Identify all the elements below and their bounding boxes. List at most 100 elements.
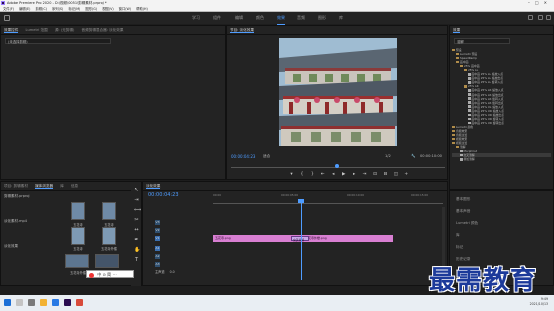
quick-export-icon[interactable] bbox=[528, 15, 533, 20]
tab-effect-controls[interactable]: 效果控件 bbox=[4, 28, 19, 33]
preset-icon bbox=[468, 101, 471, 104]
panel-libraries[interactable]: 库 bbox=[456, 233, 460, 238]
video-preview[interactable] bbox=[279, 38, 397, 146]
add-button-icon[interactable]: + bbox=[402, 171, 411, 178]
workspace-graphics[interactable]: 图形 bbox=[318, 12, 326, 24]
source-panel: 效果控件 Lumetri 范围 源: (无剪辑) 音频剪辑混合器: 淡化效果 (… bbox=[0, 25, 226, 180]
menu-file[interactable]: 文件(F) bbox=[3, 7, 14, 11]
type-tool-icon[interactable]: T bbox=[134, 258, 139, 263]
track-label: A3 bbox=[155, 261, 160, 267]
media-file[interactable]: 淡化素材.mp4 bbox=[4, 219, 29, 224]
track-a1[interactable]: A1 bbox=[155, 245, 210, 252]
menu-help[interactable]: 帮助(H) bbox=[136, 7, 148, 11]
search-taskbar-icon[interactable] bbox=[16, 299, 23, 306]
task-view-icon[interactable] bbox=[28, 299, 35, 306]
fit-dropdown[interactable]: 适合 bbox=[263, 154, 270, 159]
panel-essential-graphics[interactable]: 基本图形 bbox=[456, 197, 470, 202]
app-taskbar-icon[interactable] bbox=[76, 299, 83, 306]
play-icon[interactable]: ▶ bbox=[339, 171, 348, 178]
tab-libraries[interactable]: 库 bbox=[60, 184, 64, 188]
effects-search-input[interactable]: 溶解 bbox=[454, 38, 510, 44]
slip-tool-icon[interactable]: ↔ bbox=[134, 228, 139, 233]
mark-out-icon[interactable]: } bbox=[308, 171, 317, 178]
notifications-icon[interactable] bbox=[546, 15, 551, 20]
tab-effects[interactable]: 效果 bbox=[453, 28, 461, 33]
tab-source[interactable]: 源: (无剪辑) bbox=[55, 28, 75, 32]
menu-view[interactable]: 视图(V) bbox=[102, 7, 113, 11]
program-timecode[interactable]: 00:00:04:23 bbox=[231, 154, 255, 159]
menu-marker[interactable]: 标记(M) bbox=[68, 7, 80, 11]
workspace-learn[interactable]: 学习 bbox=[192, 12, 200, 24]
thumb-sequence[interactable] bbox=[95, 254, 119, 268]
tab-lumetri-scopes[interactable]: Lumetri 范围 bbox=[26, 28, 48, 32]
menu-graphics[interactable]: 图形(G) bbox=[85, 7, 97, 11]
go-to-in-icon[interactable]: ⇤ bbox=[318, 171, 327, 178]
menu-edit[interactable]: 编辑(E) bbox=[19, 7, 30, 11]
tab-info[interactable]: 信息 bbox=[71, 184, 78, 188]
tab-audio-clip-mixer[interactable]: 音频剪辑混合器: 淡化效果 bbox=[82, 28, 124, 32]
menu-clip[interactable]: 剪辑(C) bbox=[35, 7, 46, 11]
clip-1-label[interactable]: 五花寺.png bbox=[215, 236, 231, 240]
thumb-pagoda-3[interactable] bbox=[71, 227, 85, 245]
sequence-file[interactable]: 淡化效果 bbox=[4, 244, 29, 249]
premiere-taskbar-icon[interactable] bbox=[64, 299, 71, 306]
start-icon[interactable] bbox=[4, 299, 11, 306]
workspace-libraries[interactable]: 库 bbox=[339, 12, 343, 24]
track-a2[interactable]: A2 bbox=[155, 253, 210, 260]
track-a3[interactable]: A3 bbox=[155, 261, 210, 268]
timeline-timecode[interactable]: 00:00:04:23 bbox=[148, 192, 179, 198]
step-back-icon[interactable]: ◂ bbox=[329, 171, 338, 178]
menu-window[interactable]: 窗口(W) bbox=[119, 7, 131, 11]
track-v1[interactable]: V1 bbox=[155, 235, 210, 242]
mark-in-icon[interactable]: { bbox=[297, 171, 306, 178]
timeline-playhead[interactable] bbox=[301, 202, 302, 280]
tab-project[interactable]: 项目: 剪辑素材 bbox=[4, 184, 28, 188]
effects-item[interactable]: 叠加溶解 bbox=[452, 157, 551, 161]
time-ruler[interactable]: 00:00 00:00:05:00 00:00:10:00 00:00:15:0… bbox=[213, 192, 443, 204]
search-icon[interactable] bbox=[538, 15, 543, 20]
thumb-pagoda-1[interactable] bbox=[71, 202, 85, 220]
marker-icon[interactable]: ▾ bbox=[287, 171, 296, 178]
step-forward-icon[interactable]: ▸ bbox=[350, 171, 359, 178]
track-select-tool-icon[interactable]: ⇥ bbox=[134, 198, 139, 203]
export-frame-icon[interactable]: ◫ bbox=[391, 171, 400, 178]
workspace-editing[interactable]: 编辑 bbox=[235, 12, 243, 24]
ime-toolbar[interactable]: 中 ⊙ 简 ⋯ bbox=[86, 270, 134, 278]
master-value[interactable]: 0.0 bbox=[170, 270, 175, 274]
workspace-color[interactable]: 颜色 bbox=[256, 12, 264, 24]
menu-sequence[interactable]: 序列(S) bbox=[52, 7, 63, 11]
system-clock[interactable]: 9:49 2021/10/13 bbox=[530, 297, 548, 307]
thumb-pagoda-2[interactable] bbox=[102, 202, 116, 220]
workspace-assembly[interactable]: 组件 bbox=[213, 12, 221, 24]
track-v2[interactable]: V2 bbox=[155, 227, 210, 234]
browser-icon[interactable] bbox=[52, 299, 59, 306]
tab-media-browser[interactable]: 媒体浏览器 bbox=[35, 184, 54, 189]
track-master[interactable]: 主声道 0.0 bbox=[155, 269, 195, 276]
track-v3[interactable]: V3 bbox=[155, 219, 210, 226]
extract-icon[interactable]: ⊟ bbox=[381, 171, 390, 178]
program-playhead[interactable] bbox=[335, 164, 339, 168]
workspace-effects[interactable]: 效果 bbox=[277, 12, 285, 25]
home-icon[interactable] bbox=[4, 15, 10, 21]
lift-icon[interactable]: ⊡ bbox=[371, 171, 380, 178]
project-file[interactable]: 剪辑素材.prproj bbox=[4, 194, 29, 199]
workspace-audio[interactable]: 音频 bbox=[297, 12, 305, 24]
quality-dropdown[interactable]: 1/2 bbox=[385, 154, 391, 158]
panel-essential-sound[interactable]: 基本声音 bbox=[456, 209, 470, 214]
panel-markers[interactable]: 标记 bbox=[456, 245, 463, 250]
file-explorer-icon[interactable] bbox=[40, 299, 47, 306]
thumb-pagoda-4[interactable] bbox=[102, 227, 116, 245]
folder-icon bbox=[452, 129, 455, 133]
razor-tool-icon[interactable]: ✂ bbox=[134, 218, 139, 223]
thumb-clip-1[interactable] bbox=[65, 254, 89, 268]
panel-lumetri-color[interactable]: Lumetri 颜色 bbox=[456, 221, 478, 226]
cross-dissolve-transition[interactable]: 交叉溶解 bbox=[291, 236, 309, 242]
tab-sequence[interactable]: 淡化效果 bbox=[146, 184, 161, 189]
hand-tool-icon[interactable]: ✋ bbox=[134, 248, 140, 253]
pen-tool-icon[interactable]: ✒ bbox=[134, 238, 139, 243]
wrench-icon[interactable]: 🔧 bbox=[411, 154, 415, 158]
go-to-out-icon[interactable]: ⇥ bbox=[360, 171, 369, 178]
selection-tool-icon[interactable]: ↖ bbox=[134, 188, 139, 193]
ripple-edit-tool-icon[interactable]: ⟺ bbox=[134, 208, 141, 213]
tab-program[interactable]: 节目: 淡化效果 bbox=[230, 28, 254, 33]
